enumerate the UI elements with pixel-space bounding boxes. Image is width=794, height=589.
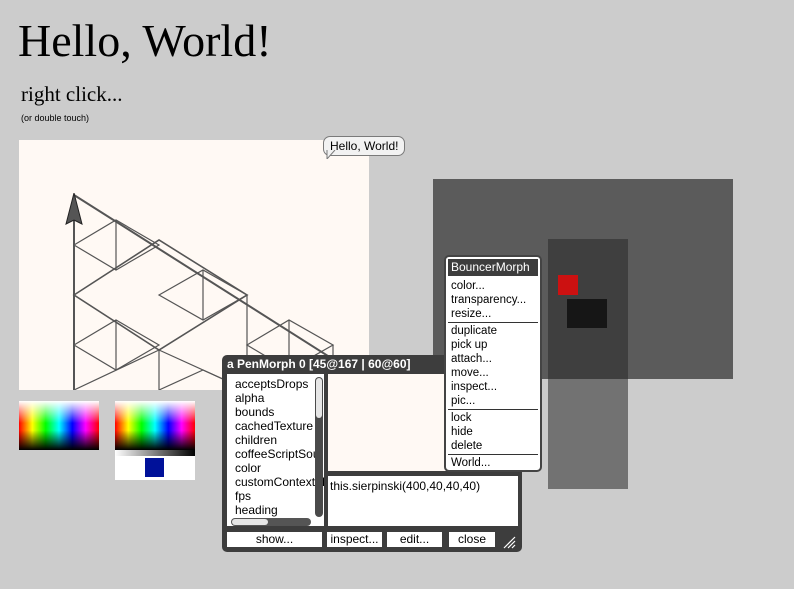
menu-item-hide[interactable]: hide [451, 426, 473, 439]
property-item[interactable]: alpha [235, 391, 264, 405]
menu-divider [448, 454, 538, 455]
horizontal-scroll-thumb[interactable] [232, 519, 268, 525]
menu-item-color[interactable]: color... [451, 280, 485, 293]
menu-item-pic[interactable]: pic... [451, 395, 475, 408]
vertical-scroll-thumb[interactable] [316, 378, 322, 418]
property-list[interactable]: acceptsDrops alpha bounds cachedTexture … [227, 374, 324, 526]
red-bouncer-box[interactable] [558, 275, 578, 295]
show-button[interactable]: show... [227, 532, 322, 547]
black-bouncer-box[interactable] [567, 299, 607, 328]
menu-item-move[interactable]: move... [451, 367, 489, 380]
property-item[interactable]: color [235, 461, 261, 475]
edit-button[interactable]: edit... [387, 532, 442, 547]
menu-item-inspect[interactable]: inspect... [451, 381, 497, 394]
selected-color-swatch [145, 458, 164, 477]
menu-item-delete[interactable]: delete [451, 440, 482, 453]
property-item[interactable]: fps [235, 489, 251, 503]
menu-item-attach[interactable]: attach... [451, 353, 492, 366]
resize-grip-icon[interactable] [502, 535, 516, 549]
menu-item-transparency[interactable]: transparency... [451, 294, 526, 307]
property-item[interactable]: heading [235, 503, 278, 517]
turtle-arrow-icon [65, 193, 83, 225]
evaluation-text[interactable]: this.sierpinski(400,40,40,40) [330, 479, 480, 493]
menu-item-resize[interactable]: resize... [451, 308, 491, 321]
property-item[interactable]: coffeeScriptSou [235, 447, 320, 461]
color-spectrum[interactable] [19, 401, 99, 450]
instruction-text: right click... [21, 82, 123, 106]
menu-divider [448, 322, 538, 323]
menu-item-lock[interactable]: lock [451, 412, 471, 425]
context-menu-title: BouncerMorph [448, 259, 538, 276]
sierpinski-drawing [72, 194, 370, 391]
context-menu[interactable]: BouncerMorph color... transparency... re… [444, 255, 542, 472]
color-spectrum[interactable] [115, 401, 195, 450]
property-item[interactable]: children [235, 433, 277, 447]
property-item[interactable]: customContextM [235, 475, 324, 489]
speech-bubble-tail [326, 150, 336, 159]
color-palette[interactable] [19, 401, 99, 450]
color-picker[interactable] [115, 401, 195, 480]
property-item[interactable]: acceptsDrops [235, 377, 308, 391]
close-button[interactable]: close [449, 532, 495, 547]
menu-item-duplicate[interactable]: duplicate [451, 325, 497, 338]
page-heading: Hello, World! [18, 15, 272, 66]
menu-divider [448, 409, 538, 410]
property-item[interactable]: cachedTexture [235, 419, 313, 433]
hint-text: (or double touch) [21, 113, 90, 123]
menu-item-world[interactable]: World... [451, 457, 490, 470]
pen-canvas[interactable] [19, 140, 370, 391]
property-item[interactable]: bounds [235, 405, 274, 419]
menu-item-pick-up[interactable]: pick up [451, 339, 487, 352]
inspector-title[interactable]: a PenMorph 0 [45@167 | 60@60] [227, 357, 411, 371]
evaluation-pane[interactable]: this.sierpinski(400,40,40,40) [328, 476, 518, 526]
grayscale-strip[interactable] [115, 450, 195, 456]
inspect-button[interactable]: inspect... [327, 532, 382, 547]
